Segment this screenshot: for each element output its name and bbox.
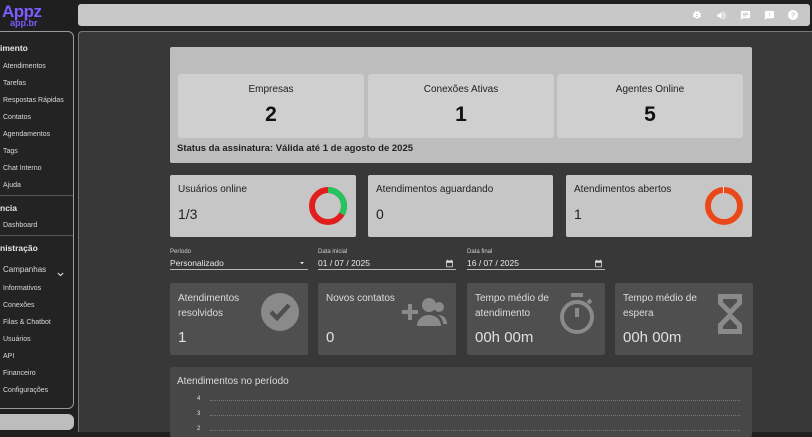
grid-line [210, 415, 740, 416]
card-atendimentos-abertos: Atendimentos abertos 1 [566, 175, 752, 237]
logo-subtext: app.br [10, 18, 38, 28]
check-circle-icon [260, 292, 300, 337]
stat-label: Conexões Ativas [423, 84, 499, 95]
sidebar-item-usuarios[interactable]: Usuários [3, 336, 31, 343]
volume-icon[interactable] [714, 8, 728, 22]
sidebar-item-tarefas[interactable]: Tarefas [3, 80, 26, 87]
y-tick-label: 3 [197, 411, 201, 417]
card-usuarios-online: Usuários online 1/3 [170, 175, 356, 237]
card-label: Usuários online [178, 184, 247, 195]
start-date-value: 01 / 07 / 2025 [318, 258, 370, 268]
metric-tempo-medio-espera: Tempo médio de espera 00h 00m [615, 283, 753, 355]
card-value: 1/3 [178, 206, 198, 222]
period-value-field[interactable]: Personalizado [170, 258, 308, 270]
metric-value: 1 [178, 329, 187, 346]
metric-value: 00h 00m [623, 329, 682, 346]
sidebar-item-respostas-rapidas[interactable]: Respostas Rápidas [3, 97, 64, 104]
sidebar-collapse-button[interactable] [0, 414, 74, 430]
sidebar-item-financeiro[interactable]: Financeiro [3, 370, 36, 377]
metric-label: Atendimentos resolvidos [178, 293, 240, 319]
chevron-down-icon[interactable] [56, 266, 65, 284]
sidebar-item-chat-interno[interactable]: Chat Interno [3, 165, 42, 172]
metric-label: Tempo médio de atendimento [475, 293, 549, 319]
stat-card-empresas: Empresas 2 [178, 74, 364, 138]
sidebar-item-configuracoes[interactable]: Configurações [3, 387, 48, 394]
metric-novos-contatos: Novos contatos 0 [318, 283, 456, 355]
chart-panel: Atendimentos no período 4 3 2 [170, 367, 752, 437]
stopwatch-icon [557, 292, 597, 341]
dropdown-arrow-icon[interactable] [298, 259, 306, 269]
card-atendimentos-aguardando: Atendimentos aguardando 0 [368, 175, 553, 237]
sidebar-item-atendimentos[interactable]: Atendimentos [3, 63, 46, 70]
y-tick-label: 2 [197, 426, 201, 432]
stat-label: Empresas [248, 84, 294, 95]
stat-value: 2 [265, 103, 277, 126]
sidebar: imento Atendimentos Tarefas Respostas Rá… [0, 31, 74, 409]
metric-value: 00h 00m [475, 329, 534, 346]
hourglass-icon [715, 292, 745, 341]
donut-progress [705, 187, 743, 225]
sidebar-item-informativos[interactable]: Informativos [3, 285, 41, 292]
card-value: 0 [376, 206, 384, 222]
stat-card-agentes-online: Agentes Online 5 [557, 74, 743, 138]
sidebar-divider [0, 235, 73, 236]
sidebar-divider [0, 195, 73, 196]
sidebar-item-dashboard[interactable]: Dashboard [3, 222, 37, 229]
svg-text:?: ? [791, 13, 795, 20]
stat-value: 5 [644, 103, 656, 126]
period-select[interactable]: Período Personalizado [170, 249, 308, 270]
card-label: Atendimentos abertos [574, 184, 672, 195]
y-tick-label: 4 [197, 396, 201, 402]
sidebar-item-api[interactable]: API [3, 353, 14, 360]
metric-label: Novos contatos [326, 293, 395, 304]
subscription-status: Status da assinatura: Válida até 1 de ag… [177, 143, 414, 154]
alert-icon[interactable] [762, 8, 776, 22]
sidebar-item-filas-chatbot[interactable]: Filas & Chatbot [3, 319, 51, 326]
card-value: 1 [574, 206, 582, 222]
sidebar-section-attendance: imento [0, 43, 28, 53]
help-icon[interactable]: ? [786, 8, 800, 22]
summary-panel: Empresas 2 Conexões Ativas 1 Agentes Onl… [170, 47, 752, 163]
sidebar-item-agendamentos[interactable]: Agendamentos [3, 131, 50, 138]
stat-card-conexoes-ativas: Conexões Ativas 1 [368, 74, 554, 138]
end-date-value: 16 / 07 / 2025 [467, 258, 519, 268]
open-tickets-donut [705, 187, 743, 225]
end-date-field[interactable]: 16 / 07 / 2025 [467, 258, 605, 270]
stat-value: 1 [455, 103, 467, 126]
calendar-icon[interactable] [445, 259, 454, 270]
end-date-input[interactable]: Data final 16 / 07 / 2025 [467, 249, 605, 270]
add-users-icon [398, 292, 448, 337]
sidebar-item-contatos[interactable]: Contatos [3, 114, 31, 121]
sidebar-item-conexoes[interactable]: Conexões [3, 302, 35, 309]
online-users-donut [309, 187, 347, 225]
grid-line [210, 400, 740, 401]
sidebar-item-campanhas[interactable]: Campanhas [3, 265, 46, 274]
app-logo: Appz app.br [0, 2, 60, 30]
end-date-label: Data final [467, 249, 493, 255]
sidebar-item-ajuda[interactable]: Ajuda [3, 182, 21, 189]
start-date-input[interactable]: Data inicial 01 / 07 / 2025 [318, 249, 456, 270]
calendar-icon[interactable] [594, 259, 603, 270]
sidebar-section-admin: nistração [0, 243, 38, 253]
sidebar-section-management: ncia [0, 203, 18, 213]
sidebar-item-tags[interactable]: Tags [3, 148, 18, 155]
chart-title: Atendimentos no período [177, 376, 289, 387]
metric-tempo-medio-atendimento: Tempo médio de atendimento 00h 00m [467, 283, 605, 355]
top-bar: ? [78, 4, 810, 26]
grid-line [210, 430, 740, 431]
start-date-field[interactable]: 01 / 07 / 2025 [318, 258, 456, 270]
stat-label: Agentes Online [615, 84, 685, 95]
metric-atendimentos-resolvidos: Atendimentos resolvidos 1 [170, 283, 308, 355]
chat-icon[interactable] [738, 8, 752, 22]
metric-value: 0 [326, 329, 335, 346]
metric-label: Tempo médio de espera [623, 293, 697, 319]
period-value: Personalizado [170, 258, 224, 268]
period-label: Período [170, 249, 192, 255]
bug-icon[interactable] [690, 8, 704, 22]
card-label: Atendimentos aguardando [376, 184, 494, 195]
start-date-label: Data inicial [318, 249, 348, 255]
